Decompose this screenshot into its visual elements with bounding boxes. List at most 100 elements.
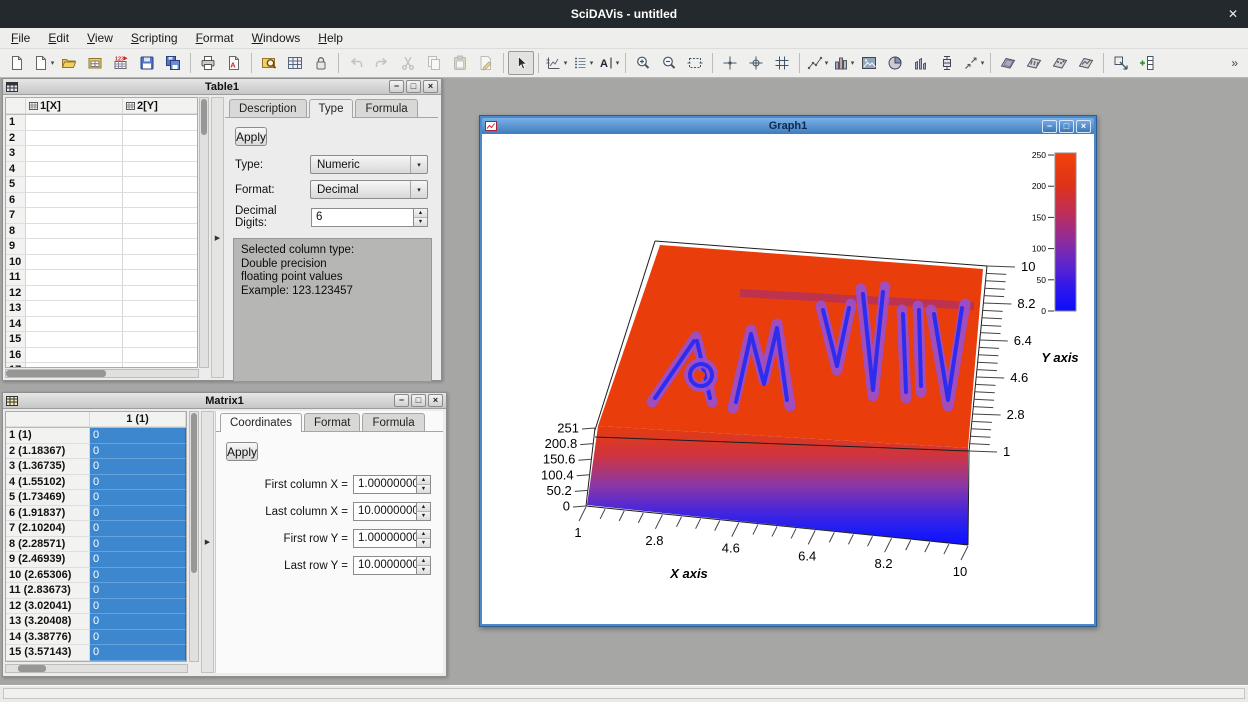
table-cell[interactable] xyxy=(26,162,123,178)
table-cell[interactable] xyxy=(26,301,123,317)
project-explorer-button[interactable] xyxy=(256,51,282,75)
plot-3d-bars-button[interactable] xyxy=(908,51,934,75)
plot-line-dropdown-icon[interactable]: ▾ xyxy=(825,59,829,67)
add-text-dropdown-icon[interactable]: ▾ xyxy=(616,59,620,67)
matrix-row-header[interactable]: 2 (1.18367) xyxy=(6,444,90,460)
new-aspect-button[interactable]: ▾ xyxy=(30,51,56,75)
plot-line-button[interactable]: ▾ xyxy=(804,51,830,75)
table-row-header[interactable]: 1 xyxy=(6,115,26,131)
graph1-maximize-button[interactable]: □ xyxy=(1059,120,1074,133)
matrix-row-header[interactable]: 4 (1.55102) xyxy=(6,475,90,491)
table-cell[interactable] xyxy=(123,332,198,348)
matrix-row-header[interactable]: 11 (2.83673) xyxy=(6,583,90,599)
rescale-to-show-all-button[interactable] xyxy=(682,51,708,75)
coordinate-value[interactable]: 1.000000000 xyxy=(353,475,417,494)
table-cell[interactable] xyxy=(26,348,123,364)
import-ascii-button[interactable]: 123 xyxy=(108,51,134,75)
plot-3d-surface-button[interactable] xyxy=(995,51,1021,75)
decimal-digits-stepper[interactable]: 6 ▲▼ xyxy=(311,208,428,227)
matrix-cell[interactable]: 0 xyxy=(90,521,186,537)
table-cell[interactable] xyxy=(26,224,123,240)
table-cell[interactable] xyxy=(26,255,123,271)
table1-close-button[interactable]: × xyxy=(423,80,438,93)
spin-down-icon[interactable]: ▼ xyxy=(417,511,430,520)
format-dropdown-icon[interactable]: ▾ xyxy=(410,181,427,198)
coordinate-stepper[interactable]: 10.00000000▲▼ xyxy=(353,556,431,575)
matrix-row-header[interactable]: 10 (2.65306) xyxy=(6,568,90,584)
table-row-header[interactable]: 8 xyxy=(6,224,26,240)
menu-view[interactable]: View xyxy=(78,29,122,47)
tab-format[interactable]: Format xyxy=(304,413,360,431)
type-dropdown-icon[interactable]: ▾ xyxy=(410,156,427,173)
decimal-digits-value[interactable]: 6 xyxy=(311,208,414,227)
table1-maximize-button[interactable]: □ xyxy=(406,80,421,93)
open-project-button[interactable] xyxy=(56,51,82,75)
save-all-button[interactable] xyxy=(160,51,186,75)
table1-titlebar[interactable]: Table1 − □ × xyxy=(3,79,441,95)
plot-vectors-button[interactable]: ▾ xyxy=(960,51,986,75)
menu-scripting[interactable]: Scripting xyxy=(122,29,187,47)
matrix-cell[interactable]: 0 xyxy=(90,630,186,646)
matrix-cell[interactable]: 0 xyxy=(90,537,186,553)
coordinate-value[interactable]: 10.00000000 xyxy=(353,502,417,521)
tab-formula[interactable]: Formula xyxy=(355,99,417,117)
move-data-points-button[interactable] xyxy=(769,51,795,75)
coordinate-stepper[interactable]: 10.00000000▲▼ xyxy=(353,502,431,521)
matrix-row-header[interactable]: 1 (1) xyxy=(6,428,90,444)
copy-button[interactable] xyxy=(421,51,447,75)
matrix-corner-cell[interactable] xyxy=(6,412,90,427)
matrix-cell[interactable]: 0 xyxy=(90,459,186,475)
menu-format[interactable]: Format xyxy=(187,29,243,47)
table1-apply-button[interactable]: Apply xyxy=(235,127,267,146)
add-curve-button[interactable]: ▾ xyxy=(543,51,569,75)
matrix-cell[interactable]: 0 xyxy=(90,614,186,630)
matrix-cell[interactable]: 0 xyxy=(90,428,186,444)
table-cell[interactable] xyxy=(26,239,123,255)
matrix1-titlebar[interactable]: Matrix1 − □ × xyxy=(3,393,446,409)
app-close-icon[interactable]: ✕ xyxy=(1228,7,1238,21)
tab-type[interactable]: Type xyxy=(309,99,354,118)
coordinate-value[interactable]: 1.000000000 xyxy=(353,529,417,548)
select-data-range-button[interactable] xyxy=(743,51,769,75)
plot-vectors-dropdown-icon[interactable]: ▾ xyxy=(981,59,985,67)
spin-up-icon[interactable]: ▲ xyxy=(417,530,430,538)
toolbar-overflow-icon[interactable]: » xyxy=(1225,56,1244,70)
table-cell[interactable] xyxy=(26,131,123,147)
spin-down-icon[interactable]: ▼ xyxy=(417,484,430,493)
table-cell[interactable] xyxy=(123,363,198,368)
plot-pie-button[interactable] xyxy=(882,51,908,75)
add-layer-dropdown-icon[interactable]: ▾ xyxy=(590,59,594,67)
matrix-row-header[interactable]: 3 (1.36735) xyxy=(6,459,90,475)
table-cell[interactable] xyxy=(123,239,198,255)
coordinate-stepper[interactable]: 1.000000000▲▼ xyxy=(353,475,431,494)
matrix-cell[interactable]: 0 xyxy=(90,568,186,584)
import-image-button[interactable] xyxy=(82,51,108,75)
spin-up-icon[interactable]: ▲ xyxy=(417,503,430,511)
coordinate-stepper[interactable]: 1.000000000▲▼ xyxy=(353,529,431,548)
pointer-button[interactable] xyxy=(508,51,534,75)
spin-up-icon[interactable]: ▲ xyxy=(417,557,430,565)
matrix1-maximize-button[interactable]: □ xyxy=(411,394,426,407)
table-cell[interactable] xyxy=(26,193,123,209)
graph1-minimize-button[interactable]: − xyxy=(1042,120,1057,133)
spin-up-icon[interactable]: ▲ xyxy=(417,476,430,484)
plot-image-button[interactable] xyxy=(856,51,882,75)
table-row-header[interactable]: 11 xyxy=(6,270,26,286)
menu-windows[interactable]: Windows xyxy=(243,29,310,47)
add-curve-dropdown-icon[interactable]: ▾ xyxy=(564,59,568,67)
table-row-header[interactable]: 2 xyxy=(6,131,26,147)
new-aspect-dropdown-icon[interactable]: ▾ xyxy=(51,59,55,67)
plot-3d-wireframe-button[interactable] xyxy=(1021,51,1047,75)
plot-box-button[interactable] xyxy=(934,51,960,75)
save-project-button[interactable] xyxy=(134,51,160,75)
table-cell[interactable] xyxy=(123,162,198,178)
menu-file[interactable]: File xyxy=(2,29,39,47)
matrix-row-header[interactable]: 12 (3.02041) xyxy=(6,599,90,615)
redo-button[interactable] xyxy=(369,51,395,75)
table-row-header[interactable]: 12 xyxy=(6,286,26,302)
coordinate-value[interactable]: 10.00000000 xyxy=(353,556,417,575)
table-cell[interactable] xyxy=(123,208,198,224)
table-cell[interactable] xyxy=(123,193,198,209)
table-row-header[interactable]: 13 xyxy=(6,301,26,317)
print-button[interactable] xyxy=(195,51,221,75)
